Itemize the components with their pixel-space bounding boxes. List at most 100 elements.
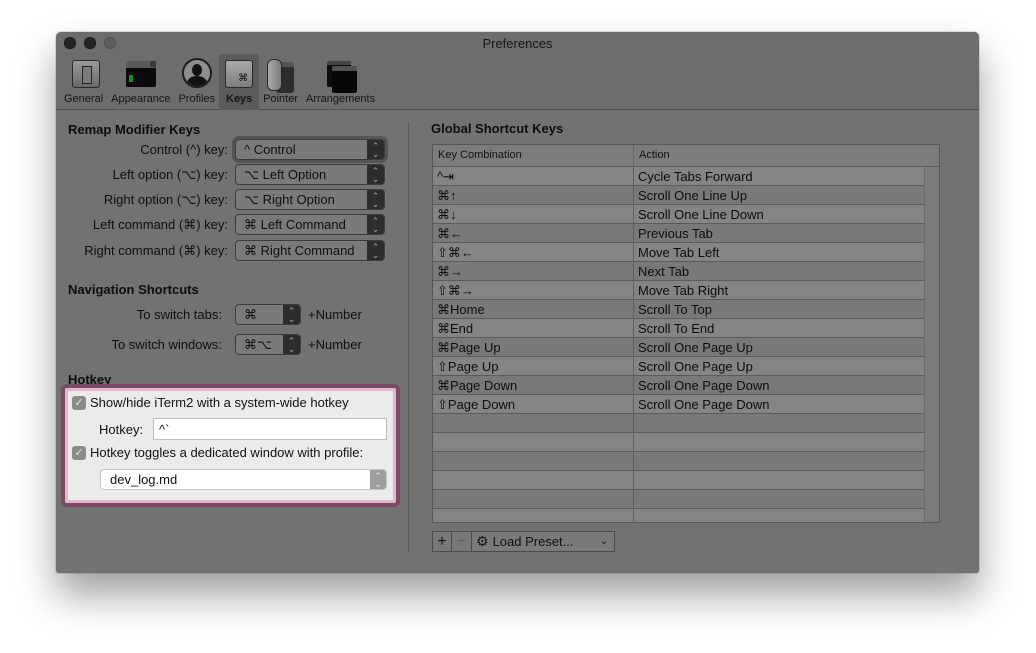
table-row[interactable]: [433, 433, 925, 452]
switch-tabs-label: To switch tabs:: [136, 307, 222, 322]
column-header-action[interactable]: Action: [634, 145, 675, 166]
action-cell: Scroll To Top: [638, 302, 712, 317]
load-preset-label: Load Preset...: [492, 534, 574, 549]
tab-keys[interactable]: ⌘ Keys: [219, 54, 260, 110]
updown-chevron-icon: ⌃ ⌄: [367, 140, 384, 159]
table-row[interactable]: [433, 452, 925, 471]
global-shortcuts-title: Global Shortcut Keys: [431, 121, 564, 136]
select-value: ⌥ Right Option: [244, 191, 335, 207]
action-cell: [634, 490, 925, 508]
control-key-select[interactable]: ^ Control ⌃ ⌄: [235, 139, 385, 160]
key-combination-cell: ^⇥: [433, 167, 634, 185]
updown-chevron-icon: ⌃ ⌄: [283, 305, 300, 324]
switch-windows-select[interactable]: ⌘⌥ ⌃ ⌄: [235, 334, 301, 355]
control-key-label: Control (^) key:: [140, 142, 228, 157]
key-combination-cell: [433, 414, 634, 432]
hotkey-highlight-box: ✓ Show/hide iTerm2 with a system-wide ho…: [61, 384, 400, 507]
load-preset-button[interactable]: ⚙ Load Preset... ⌄: [472, 531, 615, 552]
key-combination-cell: ⇧Page Down: [433, 395, 634, 413]
table-row[interactable]: ⌘Page Up Scroll One Page Up: [433, 338, 925, 357]
key-combination-cell: ⌘↑: [433, 186, 634, 204]
key-combination-cell: ⇧Page Up: [433, 357, 634, 375]
updown-chevron-icon: ⌃ ⌄: [367, 190, 384, 209]
table-row[interactable]: ⌘↑ Scroll One Line Up: [433, 186, 925, 205]
action-cell: [634, 471, 925, 489]
select-value: ^ Control: [244, 142, 296, 157]
toolbar: General Appearance Profiles ⌘ Keys Point…: [60, 54, 379, 110]
table-row[interactable]: ⌘← Previous Tab: [433, 224, 925, 243]
tab-appearance[interactable]: Appearance: [107, 54, 174, 110]
action-cell: Scroll To End: [638, 321, 715, 336]
navigation-section-title: Navigation Shortcuts: [68, 282, 199, 297]
tab-profiles[interactable]: Profiles: [174, 54, 219, 110]
right-command-key-select[interactable]: ⌘ Right Command ⌃ ⌄: [235, 240, 385, 261]
remove-shortcut-button[interactable]: −: [452, 531, 472, 552]
vertical-scrollbar[interactable]: [924, 167, 939, 522]
switch-tabs-select[interactable]: ⌘ ⌃ ⌄: [235, 304, 301, 325]
left-option-key-label: Left option (⌥) key:: [112, 167, 228, 182]
switch-icon: [68, 58, 100, 90]
left-command-key-label: Left command (⌘) key:: [92, 217, 228, 232]
show-hide-checkbox[interactable]: ✓: [72, 396, 86, 410]
right-command-key-label: Right command (⌘) key:: [84, 243, 228, 258]
action-cell: [634, 433, 925, 451]
table-row[interactable]: ⌘Page Down Scroll One Page Down: [433, 376, 925, 395]
table-row[interactable]: ⌘→ Next Tab: [433, 262, 925, 281]
left-option-key-select[interactable]: ⌥ Left Option ⌃ ⌄: [235, 164, 385, 185]
table-row[interactable]: ⇧Page Up Scroll One Page Up: [433, 357, 925, 376]
table-row[interactable]: [433, 490, 925, 509]
hotkey-label: Hotkey:: [99, 422, 144, 437]
key-combination-cell: ⌘Page Down: [433, 376, 634, 394]
table-row[interactable]: [433, 414, 925, 433]
dedicated-window-checkbox[interactable]: ✓: [72, 446, 86, 460]
add-shortcut-button[interactable]: +: [432, 531, 452, 552]
select-value: ⌘⌥: [244, 336, 272, 352]
table-row[interactable]: [433, 471, 925, 490]
tab-pointer[interactable]: Pointer: [259, 54, 302, 110]
tab-label: Keys: [226, 93, 253, 105]
key-combination-cell: [433, 471, 634, 489]
action-cell: [634, 509, 925, 522]
hotkey-field[interactable]: [153, 418, 387, 440]
tab-label: General: [64, 93, 104, 105]
action-cell: [634, 452, 925, 470]
action-cell: [634, 414, 925, 432]
preferences-window: Preferences General Appearance Profiles …: [56, 32, 979, 573]
tab-label: Profiles: [178, 93, 216, 105]
terminal-window-icon: [125, 58, 157, 90]
action-cell: Scroll One Page Up: [638, 359, 753, 374]
left-command-key-select[interactable]: ⌘ Left Command ⌃ ⌄: [235, 214, 385, 235]
remap-section-title: Remap Modifier Keys: [68, 122, 201, 137]
action-cell: Previous Tab: [638, 226, 713, 241]
table-row[interactable]: [433, 509, 925, 522]
key-combination-cell: ⌘←: [433, 224, 634, 242]
key-combination-cell: [433, 452, 634, 470]
user-silhouette-icon: [181, 58, 213, 90]
right-option-key-label: Right option (⌥) key:: [103, 192, 228, 207]
key-combination-cell: [433, 433, 634, 451]
tab-arrangements[interactable]: Arrangements: [302, 54, 379, 110]
gear-icon: ⚙: [476, 533, 489, 549]
key-combination-cell: ⇧⌘←: [433, 243, 634, 261]
updown-chevron-icon: ⌃ ⌄: [370, 470, 386, 489]
table-row[interactable]: ⌘End Scroll To End: [433, 319, 925, 338]
table-row[interactable]: ⇧⌘← Move Tab Left: [433, 243, 925, 262]
table-row[interactable]: ⇧Page Down Scroll One Page Down: [433, 395, 925, 414]
window-title: Preferences: [482, 36, 553, 51]
action-cell: Move Tab Left: [638, 245, 720, 260]
global-shortcuts-table: Key Combination Action ^⇥ Cycle Tabs Forw…: [432, 144, 940, 523]
table-row[interactable]: ⌘↓ Scroll One Line Down: [433, 205, 925, 224]
table-row[interactable]: ^⇥ Cycle Tabs Forward: [433, 167, 925, 186]
key-combination-cell: [433, 490, 634, 508]
profile-select[interactable]: dev_log.md ⌃ ⌄: [100, 469, 387, 490]
key-combination-cell: ⌘Page Up: [433, 338, 634, 356]
switch-windows-label: To switch windows:: [111, 337, 222, 352]
action-cell: Scroll One Line Down: [638, 207, 764, 222]
key-combination-cell: ⌘End: [433, 319, 634, 337]
tab-general[interactable]: General: [60, 54, 107, 110]
action-cell: Cycle Tabs Forward: [638, 169, 753, 184]
table-row[interactable]: ⇧⌘→ Move Tab Right: [433, 281, 925, 300]
column-header-key-combination[interactable]: Key Combination: [433, 145, 634, 166]
table-row[interactable]: ⌘Home Scroll To Top: [433, 300, 925, 319]
right-option-key-select[interactable]: ⌥ Right Option ⌃ ⌄: [235, 189, 385, 210]
